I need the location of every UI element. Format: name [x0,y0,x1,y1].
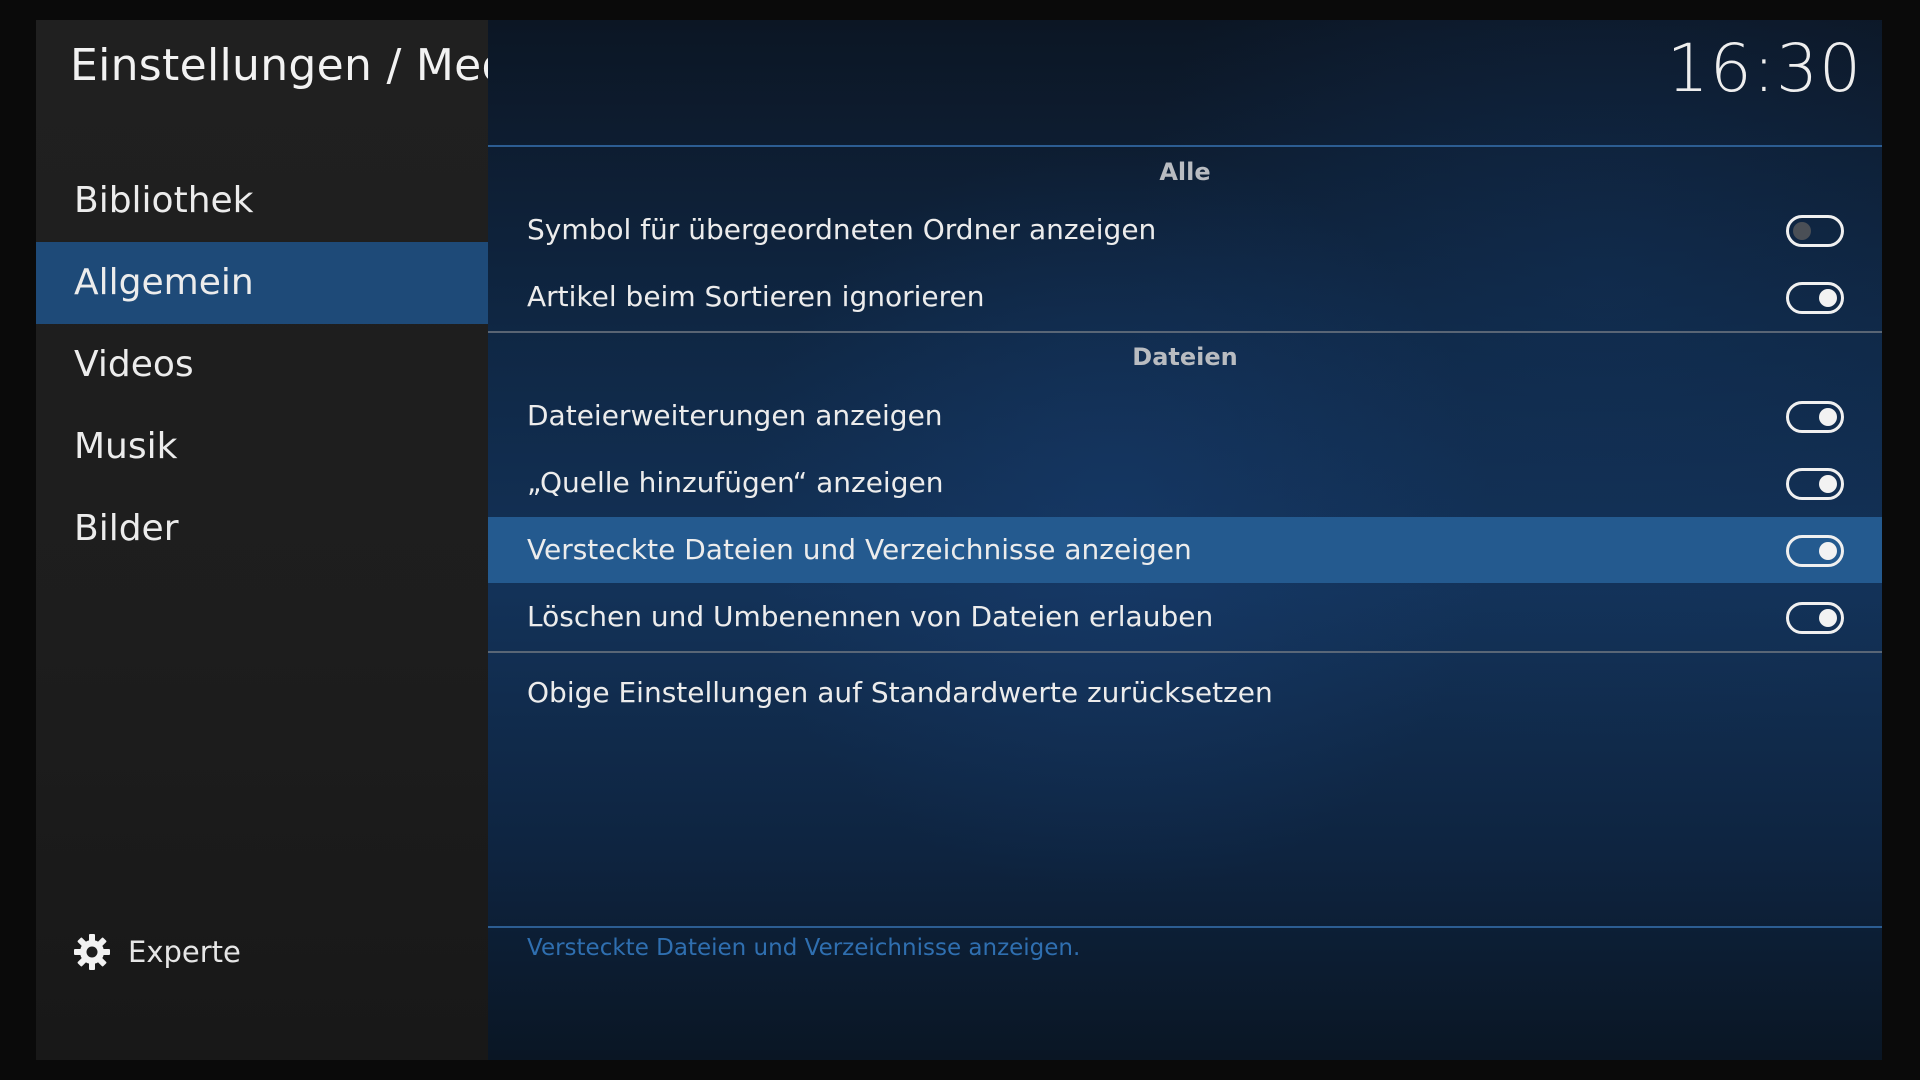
category-list: Bibliothek Allgemein Videos Musik Bilder [36,160,488,570]
sidebar-item-bibliothek[interactable]: Bibliothek [36,160,488,242]
setting-label: Symbol für übergeordneten Ordner anzeige… [527,213,1157,246]
divider [488,926,1882,928]
settings-level-label: Experte [128,935,241,969]
setting-label: Artikel beim Sortieren ignorieren [527,280,985,313]
clock: 16:30 [1666,30,1862,107]
sidebar-item-musik[interactable]: Musik [36,406,488,488]
gear-icon [74,934,110,970]
sidebar-item-videos[interactable]: Videos [36,324,488,406]
toggle-switch[interactable] [1786,535,1844,567]
setting-row-ignore-articles[interactable]: Artikel beim Sortieren ignorieren [488,264,1882,330]
divider [488,331,1882,333]
setting-row-delete-rename[interactable]: Löschen und Umbenennen von Dateien erlau… [488,584,1882,650]
setting-label: Löschen und Umbenennen von Dateien erlau… [527,600,1214,633]
toggle-knob [1793,222,1811,240]
settings-level-button[interactable]: Experte [72,924,241,980]
settings-panel: 16:30 Alle Symbol für übergeordneten Ord… [488,20,1882,1060]
setting-row-parent-folder-icon[interactable]: Symbol für übergeordneten Ordner anzeige… [488,197,1882,263]
toggle-knob [1819,289,1837,307]
setting-row-hidden-files[interactable]: Versteckte Dateien und Verzeichnisse anz… [488,517,1882,583]
reset-label: Obige Einstellungen auf Standardwerte zu… [527,676,1273,709]
section-header-dateien: Dateien [1132,343,1238,371]
setting-row-file-extensions[interactable]: Dateierweiterungen anzeigen [488,383,1882,449]
toggle-knob [1819,475,1837,493]
toggle-switch[interactable] [1786,215,1844,247]
section-header-alle: Alle [1159,158,1211,186]
divider [488,145,1882,147]
setting-label: Dateierweiterungen anzeigen [527,399,943,432]
toggle-switch[interactable] [1786,401,1844,433]
setting-description: Versteckte Dateien und Verzeichnisse anz… [527,935,1081,961]
toggle-knob [1819,408,1837,426]
sidebar-item-allgemein[interactable]: Allgemein [36,242,488,324]
sidebar: Einstellungen / Medien Bibliothek Allgem… [36,20,578,1060]
toggle-knob [1819,609,1837,627]
setting-label: „Quelle hinzufügen“ anzeigen [527,466,944,499]
toggle-switch[interactable] [1786,468,1844,500]
toggle-knob [1819,542,1837,560]
toggle-switch[interactable] [1786,282,1844,314]
toggle-switch[interactable] [1786,602,1844,634]
divider [488,651,1882,653]
reset-defaults-button[interactable]: Obige Einstellungen auf Standardwerte zu… [488,660,1882,726]
sidebar-item-bilder[interactable]: Bilder [36,488,488,570]
setting-row-add-source[interactable]: „Quelle hinzufügen“ anzeigen [488,450,1882,516]
setting-label: Versteckte Dateien und Verzeichnisse anz… [527,533,1192,566]
